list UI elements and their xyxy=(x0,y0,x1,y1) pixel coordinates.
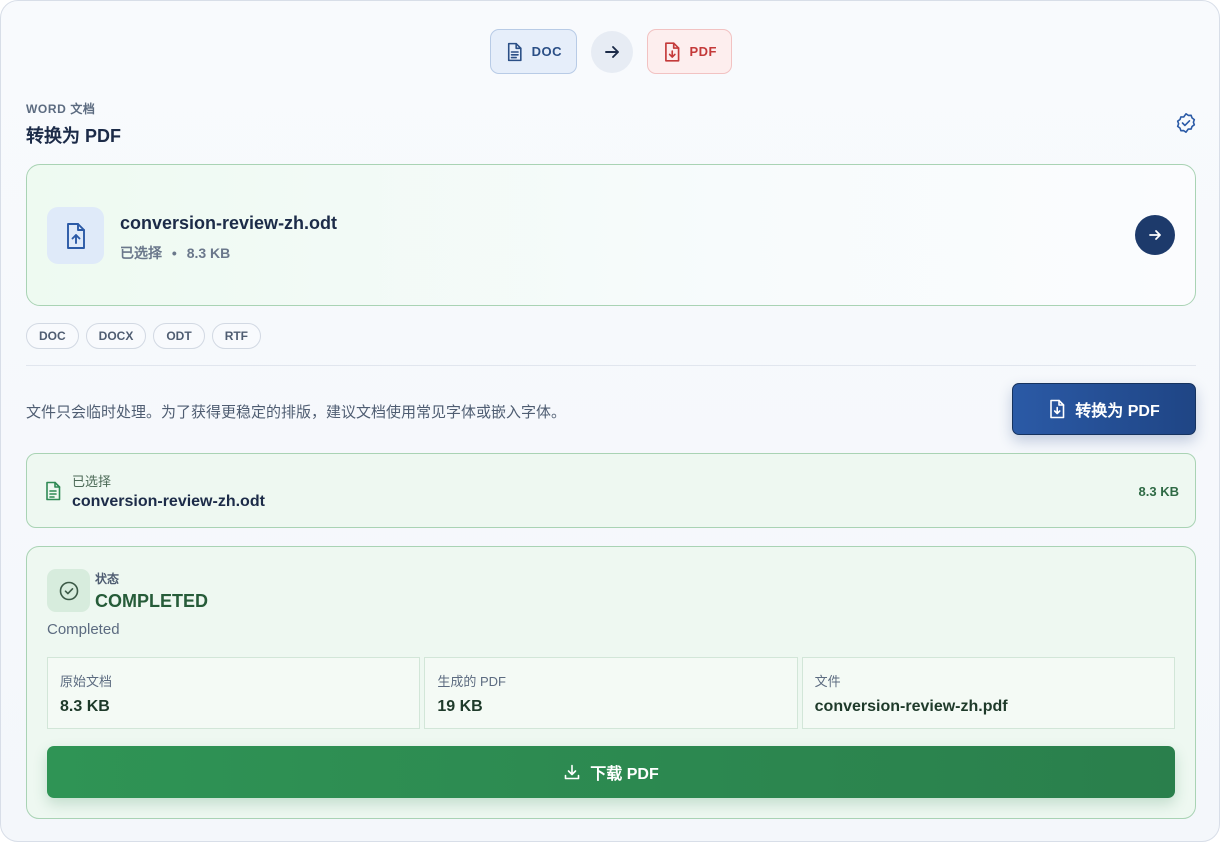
stat-label: 原始文档 xyxy=(60,674,113,689)
selected-label: 已选择 xyxy=(72,474,112,489)
document-icon xyxy=(46,481,61,501)
proceed-button[interactable] xyxy=(1135,215,1175,255)
conversion-indicator: DOC PDF xyxy=(1,29,1220,74)
format-tag: ODT xyxy=(153,323,205,349)
check-circle-icon xyxy=(1176,113,1196,133)
arrow-right-icon xyxy=(605,45,619,58)
supported-formats: DOC DOCX ODT RTF xyxy=(26,323,262,349)
converter-card: DOC PDF WORD 文档 转换为 PDF conversion-revie… xyxy=(0,0,1220,842)
source-format-chip: DOC xyxy=(490,29,577,74)
document-icon xyxy=(507,42,522,61)
stat-value: conversion-review-zh.pdf xyxy=(814,698,1008,715)
page-title: 转换为 PDF xyxy=(26,126,122,146)
format-tag: RTF xyxy=(211,323,262,349)
processing-note: 文件只会临时处理。为了获得更稳定的排版，建议文档使用常见字体或嵌入字体。 xyxy=(26,404,567,421)
source-format-label: DOC xyxy=(531,44,562,59)
target-format-chip: PDF xyxy=(647,29,732,74)
status-value: COMPLETED xyxy=(95,591,209,611)
arrow-right-icon xyxy=(1149,230,1161,240)
selected-file-size: 8.3 KB xyxy=(1138,484,1179,499)
pdf-download-icon xyxy=(665,41,680,62)
convert-to-pdf-button[interactable]: 转换为 PDF xyxy=(1012,383,1196,435)
stat-output-file: 文件 conversion-review-zh.pdf xyxy=(801,657,1175,729)
selected-file-panel: 已选择 conversion-review-zh.odt 8.3 KB xyxy=(26,453,1196,528)
status-description: Completed xyxy=(47,621,120,638)
selected-file-name: conversion-review-zh.odt xyxy=(72,493,265,510)
pdf-download-icon xyxy=(1050,399,1065,419)
download-icon xyxy=(564,764,580,780)
status-label: 状态 xyxy=(95,572,120,586)
file-dropzone[interactable]: conversion-review-zh.odt 已选择 • 8.3 KB xyxy=(26,164,1196,306)
section-eyebrow: WORD 文档 xyxy=(26,102,96,116)
conversion-stats: 原始文档 8.3 KB 生成的 PDF 19 KB 文件 conversion-… xyxy=(47,657,1175,729)
divider xyxy=(26,365,1196,366)
stat-generated-size: 生成的 PDF 19 KB xyxy=(424,657,798,729)
file-status: 已选择 xyxy=(120,245,162,261)
check-circle-icon xyxy=(59,581,78,600)
download-button-label: 下载 PDF xyxy=(590,766,659,783)
status-panel: 状态 COMPLETED Completed 原始文档 8.3 KB 生成的 P… xyxy=(26,546,1196,819)
stat-original-size: 原始文档 8.3 KB xyxy=(47,657,421,729)
download-pdf-button[interactable]: 下载 PDF xyxy=(47,746,1175,798)
stat-label: 生成的 PDF xyxy=(437,674,506,689)
stat-label: 文件 xyxy=(814,674,841,689)
conversion-arrow xyxy=(591,30,633,73)
target-format-label: PDF xyxy=(689,44,717,59)
stat-value: 8.3 KB xyxy=(60,698,110,715)
meta-separator: • xyxy=(171,245,177,261)
file-meta: 已选择 • 8.3 KB xyxy=(120,243,230,263)
file-upload-icon xyxy=(66,222,85,249)
format-tag: DOC xyxy=(26,323,79,349)
format-tag: DOCX xyxy=(85,323,147,349)
stat-value: 19 KB xyxy=(437,698,483,715)
file-name: conversion-review-zh.odt xyxy=(120,213,338,233)
file-size: 8.3 KB xyxy=(186,245,231,261)
status-icon-container xyxy=(47,569,90,612)
convert-button-label: 转换为 PDF xyxy=(1075,403,1160,420)
upload-icon-container xyxy=(47,207,104,264)
